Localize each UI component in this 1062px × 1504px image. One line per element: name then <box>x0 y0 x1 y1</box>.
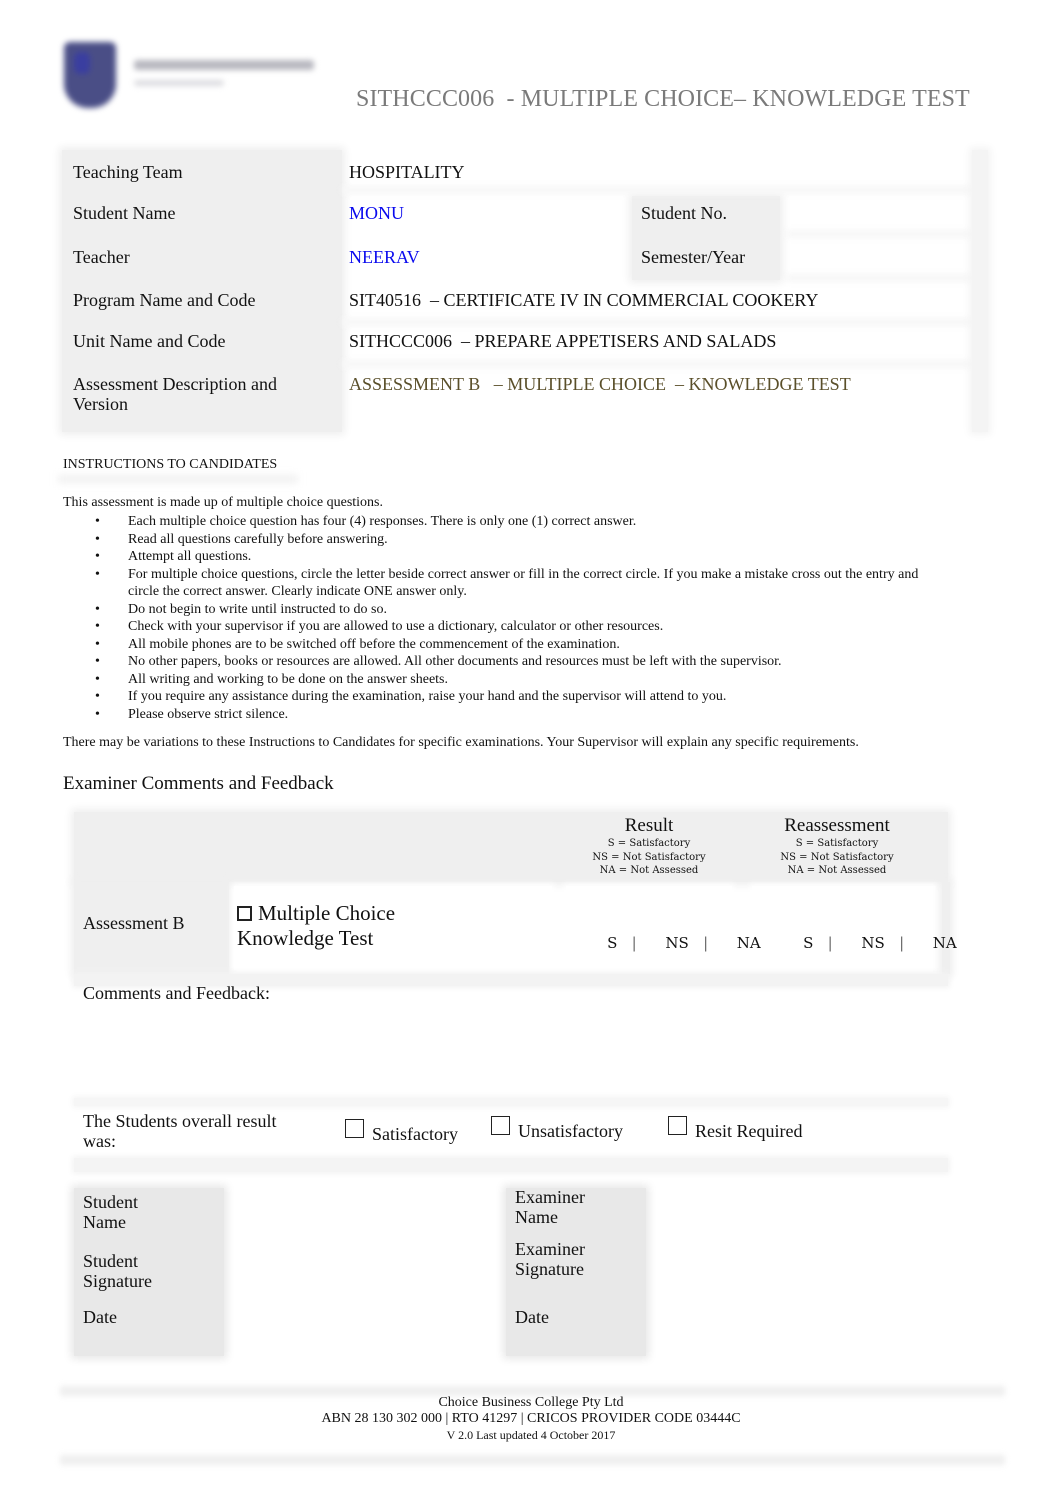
logo-tagline <box>134 80 224 86</box>
assessment-b-label: Assessment B <box>83 913 185 933</box>
program-value: SIT40516 – CERTIFICATE IV IN COMMERCIAL … <box>349 290 819 310</box>
instructions-heading: INSTRUCTIONS TO CANDIDATES <box>63 457 278 472</box>
logo-wordmark <box>134 60 314 70</box>
instruction-item: • Read all questions carefully before ans… <box>95 531 388 547</box>
student-signature-label: Student Signature <box>83 1251 152 1291</box>
teacher-value[interactable]: NEERAV <box>349 247 420 268</box>
student-name-label: Student Name <box>73 203 176 223</box>
student-no-label: Student No. <box>641 203 728 223</box>
unit-label: Unit Name and Code <box>73 331 226 351</box>
result-ns-option[interactable]: NS <box>665 934 688 952</box>
examiner-name-label: Examiner Name <box>515 1187 585 1227</box>
checkbox-icon[interactable] <box>237 906 252 921</box>
feedback-table: Result S = Satisfactory NS = Not Satisfa… <box>70 808 957 1363</box>
satisfactory-option[interactable]: Satisfactory <box>345 1119 458 1145</box>
instructions-intro: This assessment is made up of multiple c… <box>63 495 384 510</box>
student-signature-field[interactable] <box>235 1251 497 1303</box>
resit-required-option[interactable]: Resit Required <box>668 1116 802 1142</box>
program-label: Program Name and Code <box>73 290 256 310</box>
result-options: S | NS | NA <box>607 934 761 952</box>
reassessment-column-header: Reassessment S = Satisfactory NS = Not S… <box>780 815 894 876</box>
examiner-name-field[interactable] <box>655 1187 945 1237</box>
examiner-date-label: Date <box>515 1307 549 1327</box>
instruction-item: • Please observe strict silence. <box>95 706 289 722</box>
comments-label: Comments and Feedback: <box>83 983 270 1003</box>
instruction-item: • Check with your supervisor if you are a… <box>95 619 664 634</box>
student-date-label: Date <box>83 1307 117 1327</box>
student-name-sig-label: Student Name <box>83 1192 139 1232</box>
reassessment-options: S | NS | NA <box>803 934 957 952</box>
overall-result-label: The Students overall result was: <box>83 1111 277 1151</box>
student-name-sig-field[interactable] <box>235 1192 497 1242</box>
result-column-header: Result S = Satisfactory NS = Not Satisfa… <box>592 815 706 876</box>
reassessment-ns-option[interactable]: NS <box>861 934 884 952</box>
unsatisfactory-option[interactable]: Unsatisfactory <box>491 1116 623 1142</box>
checkbox-icon[interactable] <box>491 1116 510 1135</box>
instruction-item: • All writing and working to be done on t… <box>95 671 448 687</box>
semester-year-field[interactable] <box>788 247 968 269</box>
instructions-list: • Each multiple choice question has four … <box>63 513 923 723</box>
student-no-field[interactable] <box>788 203 968 225</box>
instructions-variations-note: There may be variations to these Instruc… <box>63 735 859 750</box>
instruction-item: • If you require any assistance during th… <box>95 689 727 704</box>
instruction-item: • No other papers, books or resources are… <box>95 654 782 669</box>
examiner-signature-field[interactable] <box>655 1239 945 1299</box>
student-name-value[interactable]: MONU <box>349 203 404 224</box>
footer-company: Choice Business College Pty Ltd <box>438 1395 624 1410</box>
student-date-field[interactable] <box>235 1307 497 1353</box>
reassessment-s-option[interactable]: S <box>803 934 813 952</box>
instruction-item: • Do not begin to write until instructed … <box>95 601 387 617</box>
instruction-item: • For multiple choice questions, circle t… <box>95 566 919 600</box>
footer-divider-bottom <box>60 1455 1005 1465</box>
instruction-item: • Attempt all questions. <box>95 549 252 564</box>
page-footer: Choice Business College Pty Ltd ABN 28 1… <box>0 1395 1062 1443</box>
shield-icon <box>64 42 116 108</box>
document-title: SITHCCC006 - MULTIPLE CHOICE– KNOWLEDGE … <box>356 86 970 112</box>
checkbox-icon[interactable] <box>345 1119 364 1138</box>
college-logo <box>60 40 320 112</box>
teaching-team-label: Teaching Team <box>73 162 183 182</box>
examiner-signature-label: Examiner Signature <box>515 1239 585 1279</box>
assessment-value: ASSESSMENT B – MULTIPLE CHOICE – KNOWLED… <box>349 374 851 394</box>
multiple-choice-item[interactable]: Multiple Choice Knowledge Test <box>237 901 457 951</box>
result-na-option[interactable]: NA <box>737 934 761 952</box>
checkbox-icon[interactable] <box>668 1116 687 1135</box>
semester-year-label: Semester/Year <box>641 247 746 267</box>
comments-field[interactable] <box>83 1008 943 1096</box>
feedback-section-title: Examiner Comments and Feedback <box>63 773 334 794</box>
examiner-date-field[interactable] <box>655 1307 945 1353</box>
teacher-label: Teacher <box>73 247 130 267</box>
teaching-team-value: HOSPITALITY <box>349 162 465 182</box>
reassessment-na-option[interactable]: NA <box>933 934 957 952</box>
result-s-option[interactable]: S <box>607 934 617 952</box>
footer-version: V 2.0 Last updated 4 October 2017 <box>446 1428 616 1442</box>
instruction-item: • All mobile phones are to be switched of… <box>95 636 620 652</box>
assessment-label: Assessment Description and Version <box>73 374 277 414</box>
instruction-item: • Each multiple choice question has four … <box>95 514 637 529</box>
footer-registration: ABN 28 130 302 000 | RTO 41297 | CRICOS … <box>321 1411 741 1426</box>
unit-value: SITHCCC006 – PREPARE APPETISERS AND SALA… <box>349 331 777 351</box>
